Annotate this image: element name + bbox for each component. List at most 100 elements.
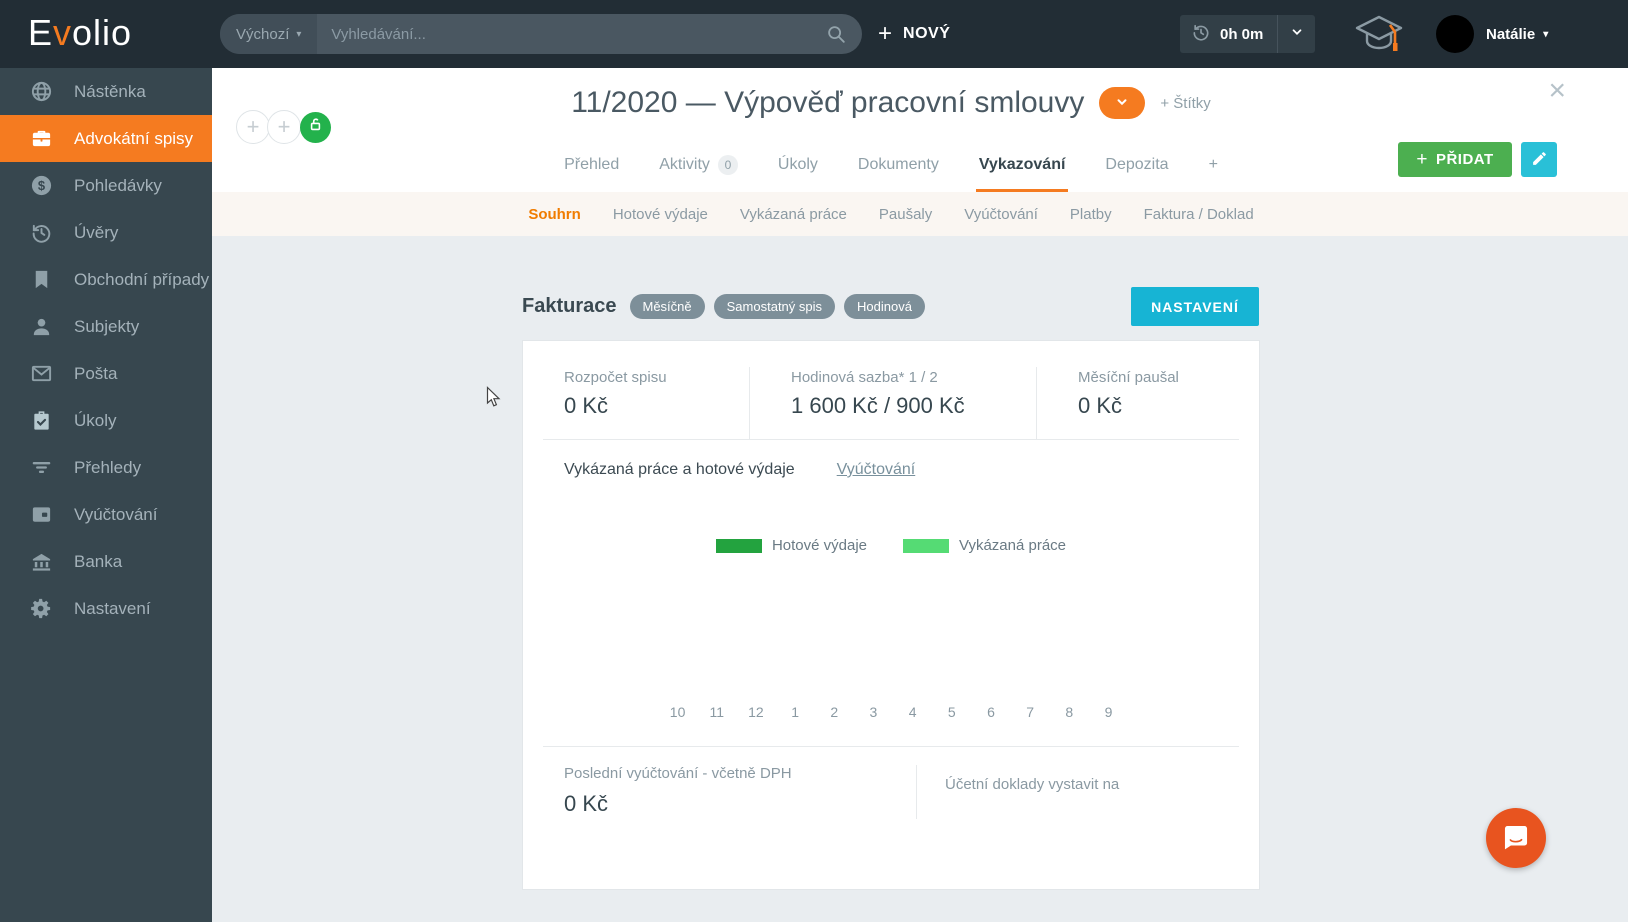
x-tick: 11 [709,704,725,720]
sidebar-item-pohledavky[interactable]: $ Pohledávky [0,162,212,209]
academy-icon[interactable] [1350,11,1408,57]
envelope-icon [29,362,53,386]
sidebar-item-nastenka[interactable]: Nástěnka [0,68,212,115]
last-billing-label: Poslední vyúčtování - včetně DPH [564,765,792,782]
subtab-faktura-doklad[interactable]: Faktura / Doklad [1144,206,1254,223]
sidebar-item-ukoly[interactable]: Úkoly [0,397,212,444]
title-dropdown-button[interactable] [1099,87,1146,119]
tab-ukoly[interactable]: Úkoly [775,140,821,192]
sidebar-item-label: Úkoly [74,410,117,430]
documents-block: Účetní doklady vystavit na [916,765,1259,819]
sidebar-item-label: Banka [74,551,123,571]
sidebar-item-posta[interactable]: Pošta [0,350,212,397]
stat-rozpocet: Rozpočet spisu 0 Kč [523,367,749,439]
subtab-vykazana-prace[interactable]: Vykázaná práce [740,206,847,223]
svg-text:$: $ [37,178,44,193]
legend-swatch-dark-green [715,538,762,553]
legend-item-hotove-vydaje: Hotové výdaje [715,537,868,554]
gear-icon [29,597,53,621]
briefcase-icon [29,127,53,151]
sidebar-item-label: Nástěnka [74,81,146,101]
x-tick: 12 [748,704,764,720]
work-section-title: Vykázaná práce a hotové výdaje [564,461,795,478]
x-tick: 2 [830,704,839,720]
settings-button[interactable]: NASTAVENÍ [1131,287,1259,326]
sidebar: Nástěnka Advokátní spisy $ Pohledávky Úv… [0,68,212,922]
add-person-button[interactable]: + [236,110,270,144]
stat-label: Hodinová sazba* 1 / 2 [791,369,938,386]
tab-add[interactable]: + [1206,140,1221,192]
subtab-hotove-vydaje[interactable]: Hotové výdaje [613,206,708,223]
search-icon[interactable] [810,14,862,54]
sidebar-item-nastaveni[interactable]: Nastavení [0,585,212,632]
case-header-band: × 11/2020 — Výpověď pracovní smlouvy + Š… [212,68,1628,192]
open-lock-icon [307,116,324,138]
user-avatar[interactable] [1436,15,1474,53]
tab-depozita[interactable]: Depozita [1102,140,1171,192]
search-scope-label: Výchozí [236,25,290,43]
legend-label: Hotové výdaje [771,537,868,554]
unlock-status-button[interactable] [300,111,331,143]
add-tags-link[interactable]: + Štítky [1160,95,1210,112]
stat-value: 0 Kč [564,393,609,418]
legend-item-vykazana-prace: Vykázaná práce [903,537,1066,554]
logo-part: olio [72,12,133,53]
last-billing-block: Poslední vyúčtování - včetně DPH 0 Kč [523,765,916,819]
billing-badge: Samostatný spis [713,294,836,319]
evolio-app: Evolio Výchozí ▾ + NOVÝ 0h 0m [0,0,1628,922]
chart-x-axis-labels: 10 11 12 1 2 3 4 5 6 7 8 9 [658,704,1128,720]
legend-label: Vykázaná práce [959,537,1067,554]
sidebar-item-banka[interactable]: Banka [0,538,212,585]
tab-dokumenty[interactable]: Dokumenty [855,140,942,192]
timer-clock-icon [1191,22,1211,47]
new-button[interactable]: + NOVÝ [878,0,950,68]
user-menu[interactable]: Natálie ▾ [1486,0,1548,68]
sidebar-item-vyuctovani[interactable]: Vyúčtování [0,491,212,538]
add-person-button[interactable]: + [267,110,301,144]
chat-support-button[interactable] [1486,808,1546,868]
x-tick: 3 [869,704,878,720]
tab-vykazovani[interactable]: Vykazování [975,140,1069,192]
timer-value: 0h 0m [1220,25,1264,43]
evolio-logo[interactable]: Evolio [28,12,132,54]
plus-icon: + [878,20,893,47]
subtab-pausaly[interactable]: Paušaly [879,206,932,223]
timer-widget[interactable]: 0h 0m [1180,15,1316,53]
tab-label: Depozita [1105,155,1169,173]
tab-aktivity[interactable]: Aktivity 0 [656,140,741,192]
sidebar-item-obchodni-pripady[interactable]: Obchodní případy [0,256,212,303]
edit-button[interactable] [1521,142,1557,177]
subtab-vyuctovani[interactable]: Vyúčtování [964,206,1038,223]
tab-label: Aktivity [659,155,710,173]
page-title: 11/2020 — Výpověď pracovní smlouvy [571,86,1085,119]
vyuctovani-link[interactable]: Vyúčtování [837,461,916,479]
mouse-cursor [483,386,503,413]
x-tick: 4 [908,704,917,720]
sidebar-item-prehledy[interactable]: Přehledy [0,444,212,491]
history-icon [29,221,53,245]
search-input[interactable] [317,14,810,54]
sidebar-item-subjekty[interactable]: Subjekty [0,303,212,350]
add-button[interactable]: + PŘIDAT [1398,142,1512,177]
sidebar-item-label: Vyúčtování [74,504,158,524]
subtab-souhrn[interactable]: Souhrn [528,206,581,223]
billing-badge: Měsíčně [629,294,705,319]
bar-chart-plot-area [523,554,1259,704]
tab-label: Dokumenty [857,155,939,173]
sidebar-item-label: Pohledávky [74,175,162,195]
subtab-platby[interactable]: Platby [1070,206,1112,223]
search-scope-dropdown[interactable]: Výchozí ▾ [220,14,318,54]
chat-bubble-icon [1499,820,1533,857]
sidebar-item-label: Nastavení [74,598,151,618]
billing-badges: Měsíčně Samostatný spis Hodinová [629,294,925,319]
x-tick: 10 [669,704,686,720]
tab-label: Přehled [564,155,620,173]
billing-heading: Fakturace [522,295,617,317]
person-icon [29,315,53,339]
tab-prehled[interactable]: Přehled [561,140,622,192]
timer-expand-button[interactable] [1277,15,1315,53]
timer-display[interactable]: 0h 0m [1180,22,1277,47]
sidebar-item-advokatni-spisy[interactable]: Advokátní spisy [0,115,212,162]
sidebar-item-uvery[interactable]: Úvěry [0,209,212,256]
case-title-row: 11/2020 — Výpověď pracovní smlouvy + Ští… [212,86,1570,120]
